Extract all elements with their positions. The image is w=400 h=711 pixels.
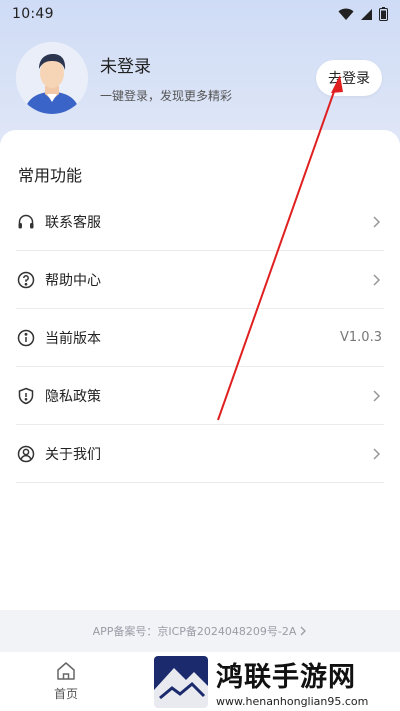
menu-item-label: 当前版本 [45, 330, 101, 347]
menu-item-label: 关于我们 [45, 446, 101, 463]
nav-tab-home[interactable]: 首页 [46, 660, 86, 702]
chevron-right-icon [373, 447, 381, 460]
chevron-right-icon [373, 273, 381, 286]
nav-tab-home-label: 首页 [53, 687, 78, 701]
functions-card: 常用功能 联系客服 帮助中心 当前版本 V1.0.3 隐私政策 关于我们 [0, 130, 400, 610]
login-button[interactable]: 去登录 [316, 60, 382, 96]
default-avatar-icon [16, 42, 88, 114]
chevron-right-icon [300, 626, 307, 636]
home-icon [57, 662, 75, 680]
wifi-icon [338, 8, 354, 21]
status-icons [338, 7, 388, 21]
watermark-text: 鸿联手游网 www.henanhonglian95.com [216, 655, 368, 708]
status-bar: 10:49 [0, 0, 400, 28]
menu-item-contact-service[interactable]: 联系客服 [16, 193, 384, 251]
status-time: 10:49 [12, 6, 54, 22]
profile-header: 未登录 一键登录，发现更多精彩 去登录 [16, 42, 384, 114]
chevron-right-icon [373, 389, 381, 402]
function-menu: 联系客服 帮助中心 当前版本 V1.0.3 隐私政策 关于我们 [16, 193, 384, 483]
site-watermark: 鸿联手游网 www.henanhonglian95.com [150, 652, 400, 711]
headset-icon [16, 212, 36, 232]
battery-icon [379, 7, 388, 21]
user-circle-icon [16, 444, 36, 464]
menu-item-help-center[interactable]: 帮助中心 [16, 251, 384, 309]
menu-item-current-version[interactable]: 当前版本 V1.0.3 [16, 309, 384, 367]
watermark-url: www.henanhonglian95.com [216, 695, 369, 708]
menu-item-about-us[interactable]: 关于我们 [16, 425, 384, 483]
menu-item-privacy-policy[interactable]: 隐私政策 [16, 367, 384, 425]
avatar[interactable] [16, 42, 88, 114]
help-circle-icon [16, 270, 36, 290]
icp-record-text: APP备案号：京ICP备2024048209号-2A [92, 625, 297, 638]
section-title: 常用功能 [18, 166, 83, 185]
menu-item-label: 联系客服 [45, 214, 101, 231]
version-value: V1.0.3 [340, 330, 382, 345]
signal-icon [360, 8, 373, 21]
info-icon [16, 328, 36, 348]
shield-icon [16, 386, 36, 406]
icp-record-link[interactable]: APP备案号：京ICP备2024048209号-2A [0, 610, 400, 652]
menu-item-label: 帮助中心 [45, 272, 101, 289]
watermark-title: 鸿联手游网 [216, 662, 356, 693]
menu-item-label: 隐私政策 [45, 388, 101, 405]
chevron-right-icon [373, 215, 381, 228]
watermark-logo-icon [154, 655, 208, 708]
